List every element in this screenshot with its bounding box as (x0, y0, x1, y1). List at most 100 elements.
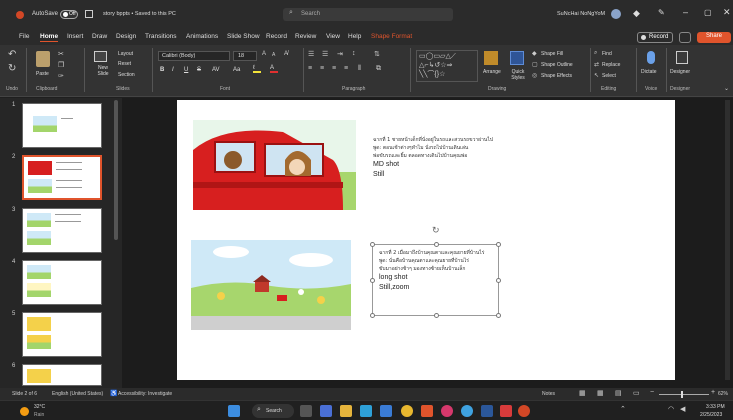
autosave-toggle[interactable]: Off (60, 10, 78, 19)
slide-thumbnail-3[interactable] (22, 208, 102, 253)
tab-animations[interactable]: Animations (186, 33, 218, 40)
copy-icon[interactable]: ❐ (58, 61, 64, 69)
shape-fill-button[interactable]: Shape Fill (541, 51, 563, 57)
redo-icon[interactable]: ↻ (8, 63, 16, 74)
tab-review[interactable]: Review (295, 33, 316, 40)
layout-button[interactable]: Layout (118, 51, 133, 57)
tray-chevron-icon[interactable]: ⌃ (620, 405, 626, 413)
thumbnail-scrollbar[interactable] (114, 100, 118, 240)
zoom-slider-thumb[interactable] (681, 391, 683, 398)
align-right-icon[interactable]: ≡ (332, 65, 336, 72)
slide-thumbnail-1[interactable] (22, 103, 102, 148)
tab-file[interactable]: File (19, 33, 29, 40)
slide-thumbnail-5[interactable] (22, 312, 102, 357)
resize-handle[interactable] (434, 313, 439, 318)
slide-thumbnail-4[interactable] (22, 260, 102, 305)
document-title[interactable]: story bppts • Saved to this PC (103, 11, 176, 17)
bullets-icon[interactable]: ☰ (308, 50, 314, 58)
accessibility-icon[interactable]: ♿ (110, 390, 117, 397)
record-button[interactable]: Record (637, 32, 673, 43)
underline-icon[interactable]: U (184, 67, 188, 73)
tab-slide-show[interactable]: Slide Show (227, 33, 260, 40)
columns-icon[interactable]: ⫴ (358, 65, 361, 73)
section-button[interactable]: Section (118, 72, 135, 78)
resize-handle[interactable] (370, 242, 375, 247)
zoom-out-icon[interactable]: − (650, 389, 654, 396)
justify-icon[interactable]: ≡ (344, 65, 348, 72)
rotate-handle-icon[interactable]: ↻ (432, 225, 440, 236)
clear-format-icon[interactable]: A̸ (284, 51, 288, 57)
save-icon[interactable] (85, 10, 93, 18)
accessibility-status[interactable]: Accessibility: Investigate (118, 391, 172, 397)
microphone-icon[interactable] (647, 51, 655, 64)
word-icon[interactable] (481, 405, 493, 417)
acrobat-icon[interactable] (500, 405, 512, 417)
cut-icon[interactable]: ✂ (58, 50, 64, 58)
scene1-text[interactable]: ฉากที่ 1 ชายหน้าเด็กที่นั่งอยู่ในรถและสว… (373, 136, 543, 180)
weather-icon[interactable] (20, 407, 29, 416)
slide-sorter-icon[interactable]: ▦ (597, 389, 604, 397)
editor-scrollbar[interactable] (725, 100, 730, 380)
minimize-icon[interactable]: – (683, 7, 688, 17)
align-center-icon[interactable]: ≡ (320, 65, 324, 72)
shape-effects-button[interactable]: Shape Effects (541, 73, 572, 79)
tab-transitions[interactable]: Transitions (145, 33, 177, 40)
scene2-image[interactable] (191, 240, 351, 330)
taskbar-search[interactable]: ⌕ Search (252, 404, 294, 418)
office-icon[interactable] (421, 405, 433, 417)
tab-shape-format[interactable]: Shape Format (371, 33, 412, 40)
shrink-font-icon[interactable]: A (272, 52, 275, 58)
store-icon[interactable] (380, 405, 392, 417)
tab-record[interactable]: Record (266, 33, 287, 40)
new-slide-button[interactable]: New Slide (92, 65, 114, 77)
undo-icon[interactable]: ↶ (8, 49, 16, 60)
zoom-in-icon[interactable]: + (711, 389, 715, 396)
designer-button[interactable]: Designer (670, 69, 690, 75)
highlight-icon[interactable]: ℓ (253, 65, 261, 73)
notes-button[interactable]: Notes (542, 391, 555, 397)
chrome-icon[interactable] (401, 405, 413, 417)
slide-thumbnail-2[interactable] (22, 155, 102, 200)
align-left-icon[interactable]: ≡ (308, 65, 312, 72)
zoom-level[interactable]: 62% (718, 391, 728, 397)
tab-draw[interactable]: Draw (92, 33, 107, 40)
italic-icon[interactable]: I (172, 67, 174, 73)
weather-temp[interactable]: 32°C (34, 404, 45, 410)
tab-help[interactable]: Help (348, 33, 361, 40)
quick-styles-icon[interactable] (510, 51, 524, 65)
resize-handle[interactable] (496, 313, 501, 318)
tab-design[interactable]: Design (116, 33, 136, 40)
spacing-icon[interactable]: AV (212, 67, 220, 73)
resize-handle[interactable] (434, 242, 439, 247)
find-icon[interactable]: ⌕ (594, 50, 597, 57)
app-icon[interactable] (441, 405, 453, 417)
shapes-gallery[interactable]: ▭◯▭▱△⟋ △⌐↳↺☆⇒ ╲╲⌒{}☆ (416, 50, 478, 82)
font-size-select[interactable]: 18 (233, 51, 257, 61)
find-button[interactable]: Find (602, 51, 612, 57)
slide-canvas[interactable]: ฉากที่ 1 ชายหน้าเด็กที่นั่งอยู่ในรถและสว… (177, 100, 675, 380)
task-view-icon[interactable] (300, 405, 312, 417)
scene2-textbox[interactable]: ↻ ฉากที่ 2 เมื่อมาถึงบ้านคุณตาและคุณยายท… (370, 225, 501, 318)
case-icon[interactable]: Aa (233, 67, 240, 73)
shape-fill-icon[interactable]: ◆ (532, 50, 537, 57)
comments-icon[interactable] (679, 32, 691, 43)
bold-icon[interactable]: B (160, 67, 164, 73)
shape-outline-icon[interactable]: ▢ (532, 61, 538, 68)
user-name[interactable]: SuNcHai NoNgYoM (557, 11, 605, 17)
diamond-icon[interactable]: ◆ (633, 8, 640, 19)
tab-home[interactable]: Home (40, 33, 59, 42)
clock-time[interactable]: 3:33 PM (706, 404, 725, 410)
title-search-box[interactable]: ⌕ Search (283, 8, 453, 21)
grow-font-icon[interactable]: A (262, 51, 266, 57)
replace-button[interactable]: Replace (602, 62, 620, 68)
normal-view-icon[interactable]: ▦ (579, 389, 586, 397)
designer-icon[interactable] (676, 51, 688, 64)
reset-button[interactable]: Reset (118, 61, 131, 67)
select-button[interactable]: Select (602, 73, 616, 79)
chat-icon[interactable] (320, 405, 332, 417)
pen-icon[interactable]: ✎ (658, 8, 665, 17)
indent-icon[interactable]: ⇥ (337, 50, 343, 58)
scene1-image[interactable] (193, 120, 356, 210)
wifi-icon[interactable]: ◠ (668, 405, 674, 413)
font-color-icon[interactable]: A (270, 65, 278, 73)
